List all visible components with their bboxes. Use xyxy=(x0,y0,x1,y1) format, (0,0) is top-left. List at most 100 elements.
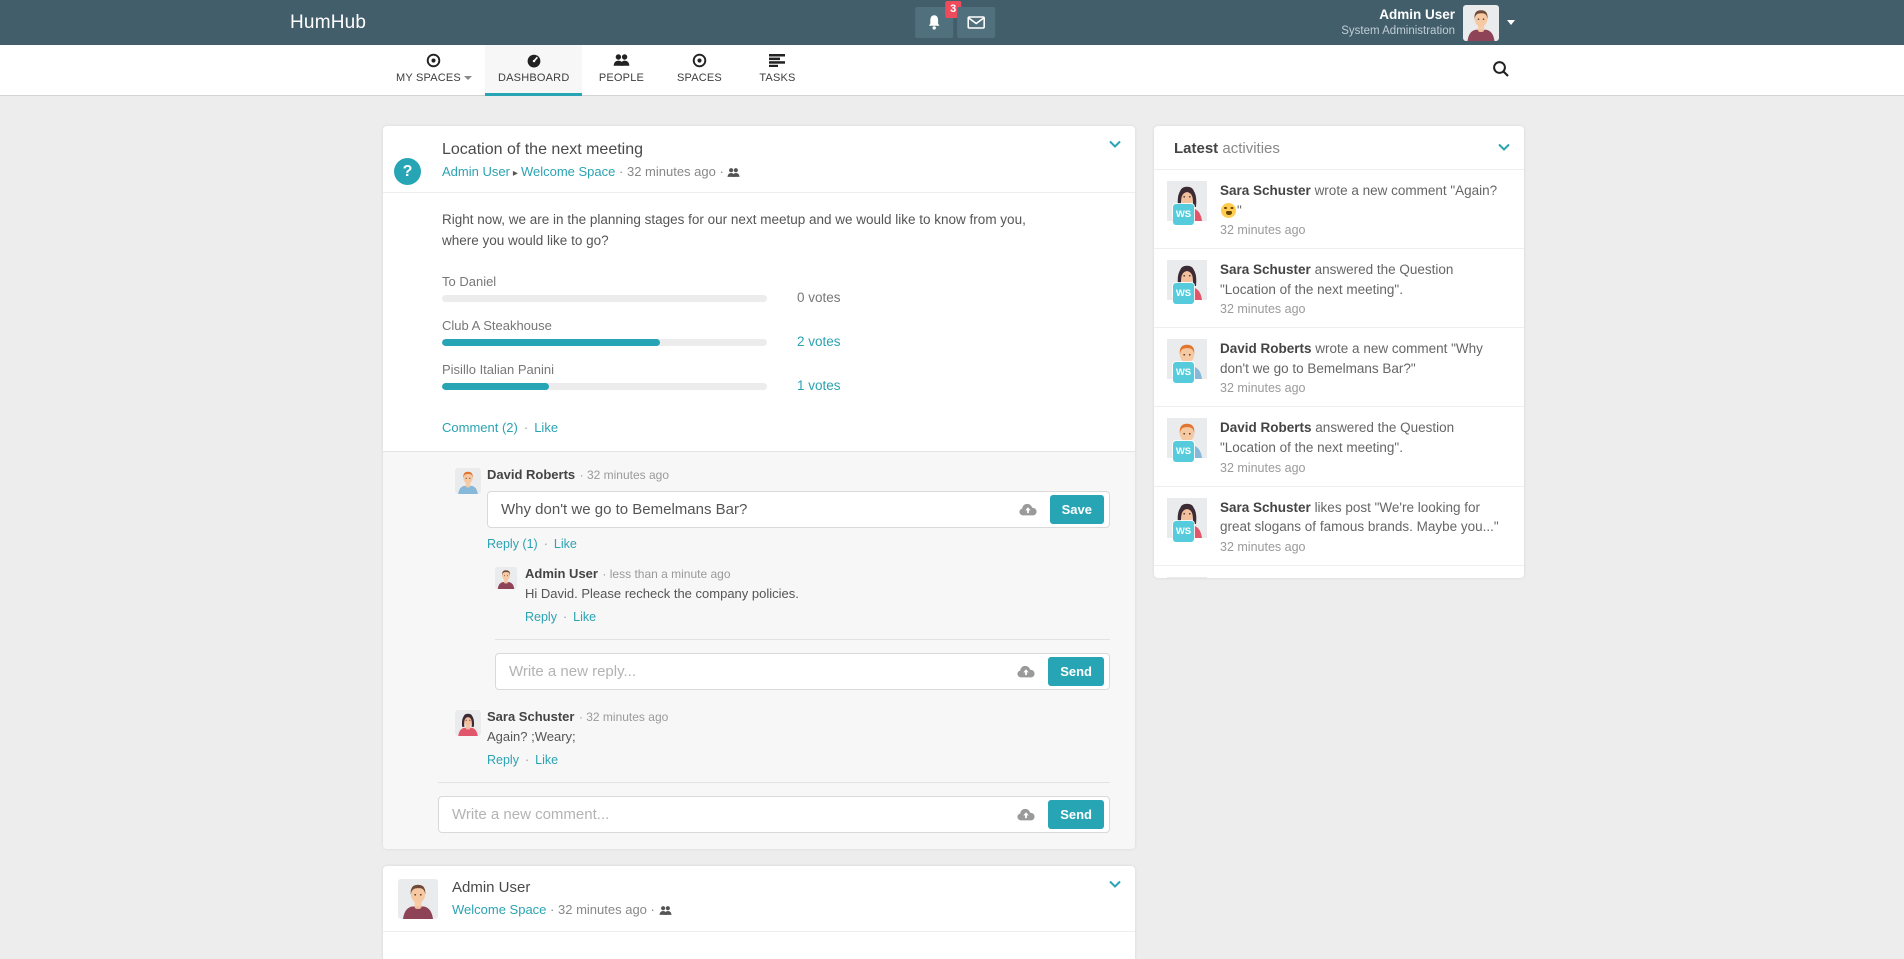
nav-item-people[interactable]: PEOPLE xyxy=(582,45,660,96)
nav-items: MY SPACES DASHBOARD PEOPLE SPACES TASKS xyxy=(383,45,816,96)
visibility-users-icon xyxy=(727,167,740,178)
poll-votes-link[interactable]: 2 votes xyxy=(797,334,841,349)
activity-time: 32 minutes ago xyxy=(1220,540,1508,554)
slogan-post-card: Admin User Welcome Space · 32 minutes ag… xyxy=(383,866,1135,959)
comment-edit-input[interactable]: Why don't we go to Bemelmans Bar? xyxy=(501,501,1015,518)
dot-separator: · xyxy=(550,902,554,917)
reply-links: Reply·Like xyxy=(525,610,1110,624)
activity-item[interactable]: WS Sara Schuster answered the Question "… xyxy=(1154,249,1524,328)
activity-avatar[interactable]: WS xyxy=(1167,181,1207,221)
like-link[interactable]: Like xyxy=(535,753,558,767)
space-badge: WS xyxy=(1173,204,1194,225)
poll-bar-fill xyxy=(442,383,549,390)
poll-bar-track xyxy=(442,383,767,390)
comment: Sara Schuster · 32 minutes ago Again? ;W… xyxy=(455,708,1110,767)
nav-label: TASKS xyxy=(751,72,803,84)
tasks-list-icon xyxy=(751,51,803,69)
poll-option[interactable]: Club A Steakhouse 2 votes xyxy=(442,318,1120,346)
poll-question: Right now, we are in the planning stages… xyxy=(383,192,1135,260)
space-badge: WS xyxy=(1173,362,1194,383)
stream-column: ? Location of the next meeting Admin Use… xyxy=(383,126,1135,959)
notifications-button[interactable]: 3 xyxy=(915,7,953,38)
slogan-post-body: We're looking for great slogans of famou… xyxy=(383,931,1135,959)
nav-label: SPACES xyxy=(673,72,725,84)
activities-column: Latest activities WS Sara Schuster wrote… xyxy=(1154,126,1524,578)
save-button[interactable]: Save xyxy=(1050,495,1104,524)
account-name: Admin User xyxy=(1341,7,1455,24)
avatar[interactable] xyxy=(455,468,481,494)
nav-item-tasks[interactable]: TASKS xyxy=(738,45,816,96)
poll-option[interactable]: To Daniel 0 votes xyxy=(442,274,1120,302)
send-button[interactable]: Send xyxy=(1048,657,1104,686)
panel-collapse-chevron-icon[interactable] xyxy=(1498,143,1510,151)
like-link[interactable]: Like xyxy=(554,537,577,551)
messages-button[interactable] xyxy=(957,7,995,38)
search-icon[interactable] xyxy=(1492,60,1510,78)
post-meta: Welcome Space · 32 minutes ago · xyxy=(452,902,1095,917)
activity-avatar[interactable]: WS xyxy=(1167,260,1207,300)
comment-input-box: Write a new comment... Send xyxy=(438,796,1110,833)
activity-item[interactable]: WS Sara Schuster likes comment "Why don'… xyxy=(1154,566,1524,578)
visibility-users-icon xyxy=(659,905,672,916)
activity-text: David Roberts answered the Question "Loc… xyxy=(1220,418,1508,457)
avatar[interactable] xyxy=(398,879,438,919)
comment-author[interactable]: David Roberts xyxy=(487,467,575,482)
nav-item-my-spaces[interactable]: MY SPACES xyxy=(383,45,485,96)
space-link[interactable]: Welcome Space xyxy=(521,164,615,179)
reply-input-box: Write a new reply... Send xyxy=(495,653,1110,690)
account-role: System Administration xyxy=(1341,24,1455,38)
comment: David Roberts · 32 minutes ago Why don't… xyxy=(455,466,1110,690)
comment-link[interactable]: Comment (2) xyxy=(442,420,518,435)
comment-text: Again? ;Weary; xyxy=(487,729,1110,744)
dot-separator: · xyxy=(619,164,623,179)
activity-avatar[interactable]: WS xyxy=(1167,339,1207,379)
post-menu-chevron-icon[interactable] xyxy=(1109,140,1121,148)
reply-link[interactable]: Reply xyxy=(487,753,519,767)
comment-input[interactable]: Write a new comment... xyxy=(452,806,1013,823)
poll-votes-link[interactable]: 1 votes xyxy=(797,378,841,393)
poll-option[interactable]: Pisillo Italian Panini 1 votes xyxy=(442,362,1120,390)
reply-input[interactable]: Write a new reply... xyxy=(509,663,1013,680)
activity-item[interactable]: WS Sara Schuster likes post "We're looki… xyxy=(1154,487,1524,566)
poll-post-header: ? Location of the next meeting Admin Use… xyxy=(383,126,1135,192)
comment-edit-box[interactable]: Why don't we go to Bemelmans Bar? Save xyxy=(487,491,1110,528)
avatar[interactable] xyxy=(1463,5,1499,41)
divider xyxy=(495,639,1110,640)
comment-author[interactable]: Sara Schuster xyxy=(487,709,574,724)
poll-bar-track xyxy=(442,295,767,302)
post-author[interactable]: Admin User xyxy=(452,879,1095,896)
like-link[interactable]: Like xyxy=(573,610,596,624)
app-logo[interactable]: HumHub xyxy=(290,0,366,45)
caret-down-icon xyxy=(464,76,472,80)
activity-item[interactable]: WS David Roberts answered the Question "… xyxy=(1154,407,1524,486)
activity-avatar[interactable]: WS xyxy=(1167,498,1207,538)
send-button[interactable]: Send xyxy=(1048,800,1104,829)
activity-item[interactable]: WS Sara Schuster wrote a new comment "Ag… xyxy=(1154,170,1524,249)
like-link[interactable]: Like xyxy=(534,420,558,435)
activity-item[interactable]: WS David Roberts wrote a new comment "Wh… xyxy=(1154,328,1524,407)
avatar[interactable] xyxy=(495,567,517,589)
avatar[interactable] xyxy=(455,710,481,736)
upload-cloud-icon[interactable] xyxy=(1015,503,1041,516)
upload-cloud-icon[interactable] xyxy=(1013,808,1039,821)
reply-link[interactable]: Reply (1) xyxy=(487,537,538,551)
space-link[interactable]: Welcome Space xyxy=(452,902,546,917)
author-link[interactable]: Admin User xyxy=(442,164,510,179)
post-menu-chevron-icon[interactable] xyxy=(1109,880,1121,888)
activity-text: Sara Schuster answered the Question "Loc… xyxy=(1220,260,1508,299)
dot-separator: · xyxy=(544,537,548,551)
nav-item-dashboard[interactable]: DASHBOARD xyxy=(485,45,582,96)
reply-link[interactable]: Reply xyxy=(525,610,557,624)
nav-item-spaces[interactable]: SPACES xyxy=(660,45,738,96)
account-menu[interactable]: Admin User System Administration xyxy=(1341,0,1515,45)
top-bar: HumHub 3 Admin User System Administratio… xyxy=(0,0,1904,45)
poll-bar-track xyxy=(442,339,767,346)
poll-votes: 0 votes xyxy=(797,290,841,305)
account-text: Admin User System Administration xyxy=(1341,7,1455,38)
upload-cloud-icon[interactable] xyxy=(1013,665,1039,678)
reply-text: Hi David. Please recheck the company pol… xyxy=(525,586,1110,601)
poll-option-label: Pisillo Italian Panini xyxy=(442,362,767,377)
activity-avatar[interactable]: WS xyxy=(1167,418,1207,458)
activity-avatar[interactable]: WS xyxy=(1167,577,1207,578)
reply-author[interactable]: Admin User xyxy=(525,566,598,581)
